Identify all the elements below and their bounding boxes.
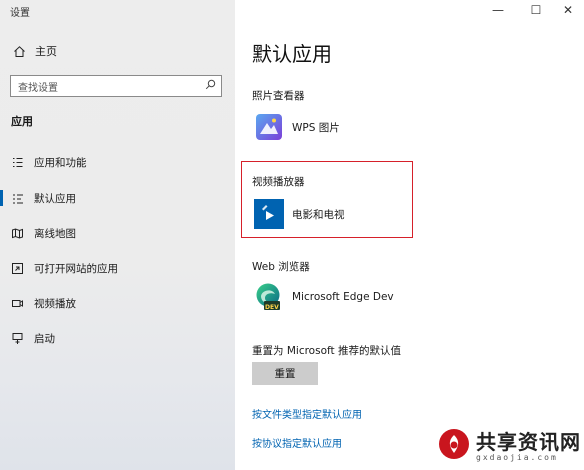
maximize-icon: ☐ [530, 3, 542, 17]
page-title: 默认应用 [252, 42, 332, 66]
sidebar-item-video-playback[interactable]: 视频播放 [0, 292, 235, 314]
search-input[interactable]: 查找设置 [10, 75, 222, 97]
startup-icon [10, 331, 24, 345]
maximize-button[interactable]: ☐ [518, 2, 554, 18]
open-web-app-icon [10, 261, 24, 275]
video-player-label: 视频播放器 [252, 176, 305, 188]
web-browser-label: Web 浏览器 [252, 261, 310, 273]
home-icon [12, 44, 26, 58]
close-icon: ✕ [562, 3, 574, 17]
map-icon [10, 226, 24, 240]
reset-label: 重置为 Microsoft 推荐的默认值 [252, 345, 401, 357]
section-label: 应用 [11, 115, 33, 128]
wps-picture-icon [254, 112, 284, 142]
reset-button[interactable]: 重置 [252, 362, 318, 385]
sidebar-item-offline-maps[interactable]: 离线地图 [0, 222, 235, 244]
sidebar: 设置 主页 查找设置 应用 应用和功能 默认应用 离线地图 可打开网站的应用 视… [0, 0, 235, 470]
minimize-icon: — [492, 3, 504, 17]
photo-viewer-label: 照片查看器 [252, 90, 305, 102]
sidebar-item-label: 可打开网站的应用 [34, 262, 118, 275]
video-player-app-button[interactable]: 电影和电视 [254, 199, 345, 229]
dev-badge: DEV [265, 304, 279, 311]
sidebar-item-apps-features[interactable]: 应用和功能 [0, 151, 235, 173]
search-icon [205, 79, 216, 93]
web-browser-app-name: Microsoft Edge Dev [292, 291, 394, 303]
home-label: 主页 [35, 45, 57, 58]
sidebar-item-default-apps[interactable]: 默认应用 [0, 187, 235, 209]
sidebar-item-label: 默认应用 [34, 192, 76, 205]
video-player-app-name: 电影和电视 [292, 208, 345, 221]
watermark: 共享资讯网 gxdaojia.com [438, 428, 581, 464]
photo-viewer-app-button[interactable]: WPS 图片 [254, 112, 340, 142]
default-by-protocol-link[interactable]: 按协议指定默认应用 [252, 435, 342, 450]
watermark-logo-icon [438, 428, 470, 464]
sidebar-item-label: 启动 [34, 332, 55, 345]
apps-list-icon [10, 155, 24, 169]
close-button[interactable]: ✕ [550, 2, 584, 18]
default-apps-icon [10, 191, 24, 205]
home-nav-item[interactable]: 主页 [12, 43, 57, 59]
watermark-title: 共享资讯网 [476, 429, 581, 454]
default-by-file-type-link[interactable]: 按文件类型指定默认应用 [252, 406, 362, 421]
window-title: 设置 [10, 8, 30, 19]
sidebar-item-label: 应用和功能 [34, 156, 87, 169]
minimize-button[interactable]: — [480, 2, 516, 18]
sidebar-item-label: 离线地图 [34, 227, 76, 240]
video-icon [10, 296, 24, 310]
sidebar-item-label: 视频播放 [34, 297, 76, 310]
watermark-url: gxdaojia.com [476, 452, 558, 462]
search-placeholder: 查找设置 [18, 82, 58, 94]
photo-viewer-app-name: WPS 图片 [292, 121, 340, 134]
sidebar-item-startup[interactable]: 启动 [0, 327, 235, 349]
movies-tv-icon [254, 199, 284, 229]
sidebar-item-web-apps[interactable]: 可打开网站的应用 [0, 257, 235, 279]
